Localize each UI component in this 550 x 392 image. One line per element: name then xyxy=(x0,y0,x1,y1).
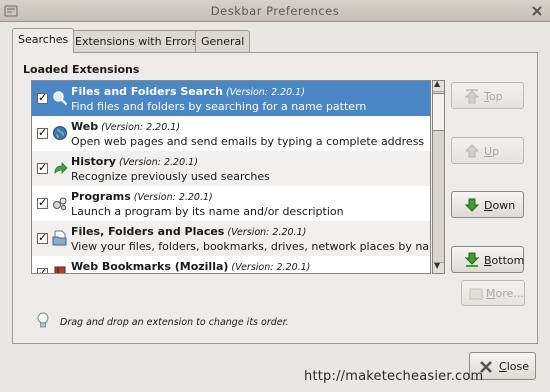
extension-description: Find files and folders by searching for … xyxy=(71,100,367,113)
section-heading: Loaded Extensions xyxy=(23,63,140,76)
extension-version: (Version: 2.20.1) xyxy=(118,157,198,168)
extension-name: Files, Folders and Places xyxy=(71,225,225,238)
extension-name: Web xyxy=(71,120,99,133)
globe-icon xyxy=(53,126,67,140)
enable-checkbox[interactable] xyxy=(37,161,48,174)
tab-searches[interactable]: Searches xyxy=(12,28,75,53)
extension-version: (Version: 2.20.1) xyxy=(101,122,181,133)
move-up-button[interactable]: Up xyxy=(451,137,524,164)
arrow-bottom-icon xyxy=(464,252,480,267)
extension-version: (Version: 2.20.1) xyxy=(225,87,305,98)
extension-description: Launch a program by its name and/or desc… xyxy=(71,205,344,218)
more-button[interactable]: More... xyxy=(461,280,525,306)
list-item[interactable]: Files and Folders Search(Version: 2.20.1… xyxy=(32,81,430,116)
tab-general[interactable]: General xyxy=(195,30,251,52)
window-title: Deskbar Preferences xyxy=(210,4,340,18)
search-icon xyxy=(53,91,68,106)
close-icon[interactable] xyxy=(529,3,545,19)
list-scrollbar[interactable]: ▲ ▼ xyxy=(432,79,445,274)
programs-gears-icon xyxy=(53,197,67,211)
extension-description: View your files, folders, bookmarks, dri… xyxy=(71,240,431,253)
title-bar: Deskbar Preferences xyxy=(0,0,550,22)
enable-checkbox[interactable] xyxy=(37,231,48,244)
move-top-button[interactable]: Top xyxy=(451,82,524,109)
list-item[interactable]: Programs(Version: 2.20.1) Launch a progr… xyxy=(32,186,430,221)
extension-name: History xyxy=(71,155,116,168)
extension-description: Open web pages and send emails by typing… xyxy=(71,135,425,148)
more-label: More... xyxy=(486,287,524,300)
more-options-icon xyxy=(469,288,483,300)
extension-version: (Version: 2.20.1) xyxy=(133,192,213,203)
extension-version: (Version: 2.20.1) xyxy=(227,227,307,238)
drag-hint-text: Drag and drop an extension to change its… xyxy=(60,317,289,328)
history-arrow-icon xyxy=(54,162,68,174)
enable-checkbox[interactable] xyxy=(37,266,48,273)
enable-checkbox[interactable] xyxy=(37,91,48,104)
list-item[interactable]: Web(Version: 2.20.1) Open web pages and … xyxy=(32,116,430,151)
extension-description: Recognize previously used searches xyxy=(71,170,270,183)
move-down-button[interactable]: Down xyxy=(451,191,524,218)
arrow-down-icon xyxy=(464,198,480,212)
bookmarks-book-icon xyxy=(54,266,66,273)
enable-checkbox[interactable] xyxy=(37,126,48,139)
move-down-label: Down xyxy=(484,199,516,212)
extension-name: Files and Folders Search xyxy=(71,85,223,98)
arrow-top-icon xyxy=(464,89,480,104)
watermark-url: http://maketecheasier.com xyxy=(304,369,484,384)
move-bottom-label: Bottom xyxy=(484,254,525,267)
list-item[interactable]: Files, Folders and Places(Version: 2.20.… xyxy=(32,221,430,256)
scroll-up-arrow[interactable]: ▲ xyxy=(433,79,444,92)
enable-checkbox[interactable] xyxy=(37,196,48,209)
list-item[interactable]: Web Bookmarks (Mozilla)(Version: 2.20.1) xyxy=(32,256,430,273)
move-top-label: Top xyxy=(484,90,503,103)
list-item[interactable]: History(Version: 2.20.1) Recognize previ… xyxy=(32,151,430,186)
lightbulb-icon xyxy=(37,312,49,328)
extension-name: Web Bookmarks (Mozilla) xyxy=(71,260,229,273)
extension-version: (Version: 2.20.1) xyxy=(231,262,311,273)
scroll-down-arrow[interactable]: ▼ xyxy=(433,261,444,273)
extension-name: Programs xyxy=(71,190,131,203)
file-folder-icon xyxy=(52,230,67,246)
move-up-label: Up xyxy=(484,145,500,158)
close-label: Close xyxy=(499,360,529,373)
tab-extensions-with-errors[interactable]: Extensions with Errors xyxy=(69,30,204,52)
chevron-down-icon: ▼ xyxy=(434,261,441,270)
move-bottom-button[interactable]: Bottom xyxy=(451,246,524,273)
scroll-thumb[interactable] xyxy=(433,93,444,131)
extensions-list[interactable]: Files and Folders Search(Version: 2.20.1… xyxy=(31,80,431,274)
arrow-up-icon xyxy=(464,144,480,158)
chevron-up-icon: ▲ xyxy=(434,79,441,88)
